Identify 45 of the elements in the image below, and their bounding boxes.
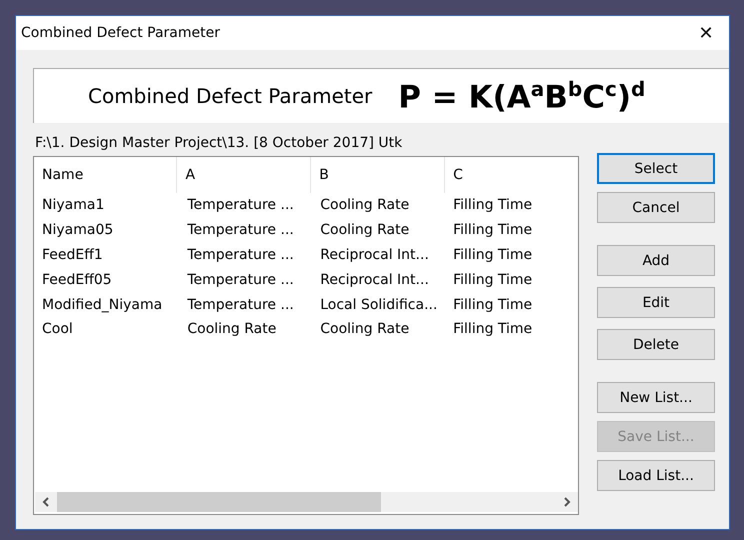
table-cell-text: Niyama05 bbox=[41, 222, 114, 238]
banner-caption: Combined Defect Parameter bbox=[88, 84, 372, 108]
table-cell-text: Modified_Niyama bbox=[41, 296, 164, 313]
table-cell-text: Filling Time bbox=[452, 197, 534, 214]
table-cell-text: Reciprocal Int... bbox=[319, 272, 430, 288]
table-cell-text: Cooling Rate bbox=[319, 222, 410, 238]
table-cell-text: Temperature ... bbox=[186, 296, 295, 313]
column-header[interactable]: A bbox=[176, 157, 310, 193]
table-cell-text: Filling Time bbox=[452, 272, 534, 288]
dialog-button[interactable]: Cancel bbox=[597, 192, 715, 223]
table-cell-text: Cooling Rate bbox=[319, 197, 410, 214]
table-cell-text: Filling Time bbox=[452, 222, 534, 238]
dialog-button[interactable]: New List... bbox=[597, 382, 715, 413]
dialog-button[interactable]: Add bbox=[597, 245, 715, 276]
table-cell-text: FeedEff1 bbox=[41, 246, 104, 263]
window-title: Combined Defect Parameter bbox=[21, 25, 220, 41]
close-button[interactable]: ✕ bbox=[683, 16, 729, 50]
table-cell-text: Local Solidifica... bbox=[319, 296, 438, 313]
table-cell-text: Temperature ... bbox=[186, 222, 295, 238]
folder-path: F:\1. Design Master Project\13. [8 October 2017] Utk bbox=[35, 135, 404, 151]
table-cell-text: Filling Time bbox=[452, 321, 534, 338]
scroll-left-icon[interactable] bbox=[41, 496, 51, 508]
table-cell-text: Cooling Rate bbox=[319, 321, 410, 338]
table-cell-text: Niyama1 bbox=[41, 197, 106, 214]
formula: P = K(A$^{a}$B$^{b}$C$^{c}$)$^{d}$ bbox=[398, 76, 646, 116]
dialog-button[interactable]: Select bbox=[597, 153, 715, 184]
table-cell-text: Temperature ... bbox=[186, 272, 295, 288]
dialog-button[interactable]: Edit bbox=[597, 287, 715, 318]
table-cell-text: Filling Time bbox=[452, 296, 534, 313]
column-header[interactable]: C bbox=[444, 157, 578, 193]
table-cell-text: FeedEff05 bbox=[41, 272, 113, 288]
column-header[interactable]: B bbox=[310, 157, 444, 193]
scroll-right-icon[interactable] bbox=[562, 496, 572, 508]
table-cell-text: Filling Time bbox=[452, 246, 534, 263]
table-cell-text: Cooling Rate bbox=[186, 321, 278, 338]
table-cell-text: Temperature ... bbox=[186, 197, 295, 214]
table-cell-text: Cool bbox=[41, 321, 74, 338]
table-cell-text: Reciprocal Int... bbox=[319, 246, 430, 263]
scroll-thumb[interactable] bbox=[57, 492, 382, 512]
parameter-list[interactable] bbox=[33, 156, 579, 515]
table-cell-text: Temperature ... bbox=[186, 246, 295, 263]
horizontal-scrollbar[interactable] bbox=[35, 492, 578, 512]
column-header[interactable]: Name bbox=[34, 157, 176, 193]
dialog-button[interactable]: Delete bbox=[597, 329, 715, 360]
dialog-button[interactable]: Load List... bbox=[597, 460, 715, 491]
